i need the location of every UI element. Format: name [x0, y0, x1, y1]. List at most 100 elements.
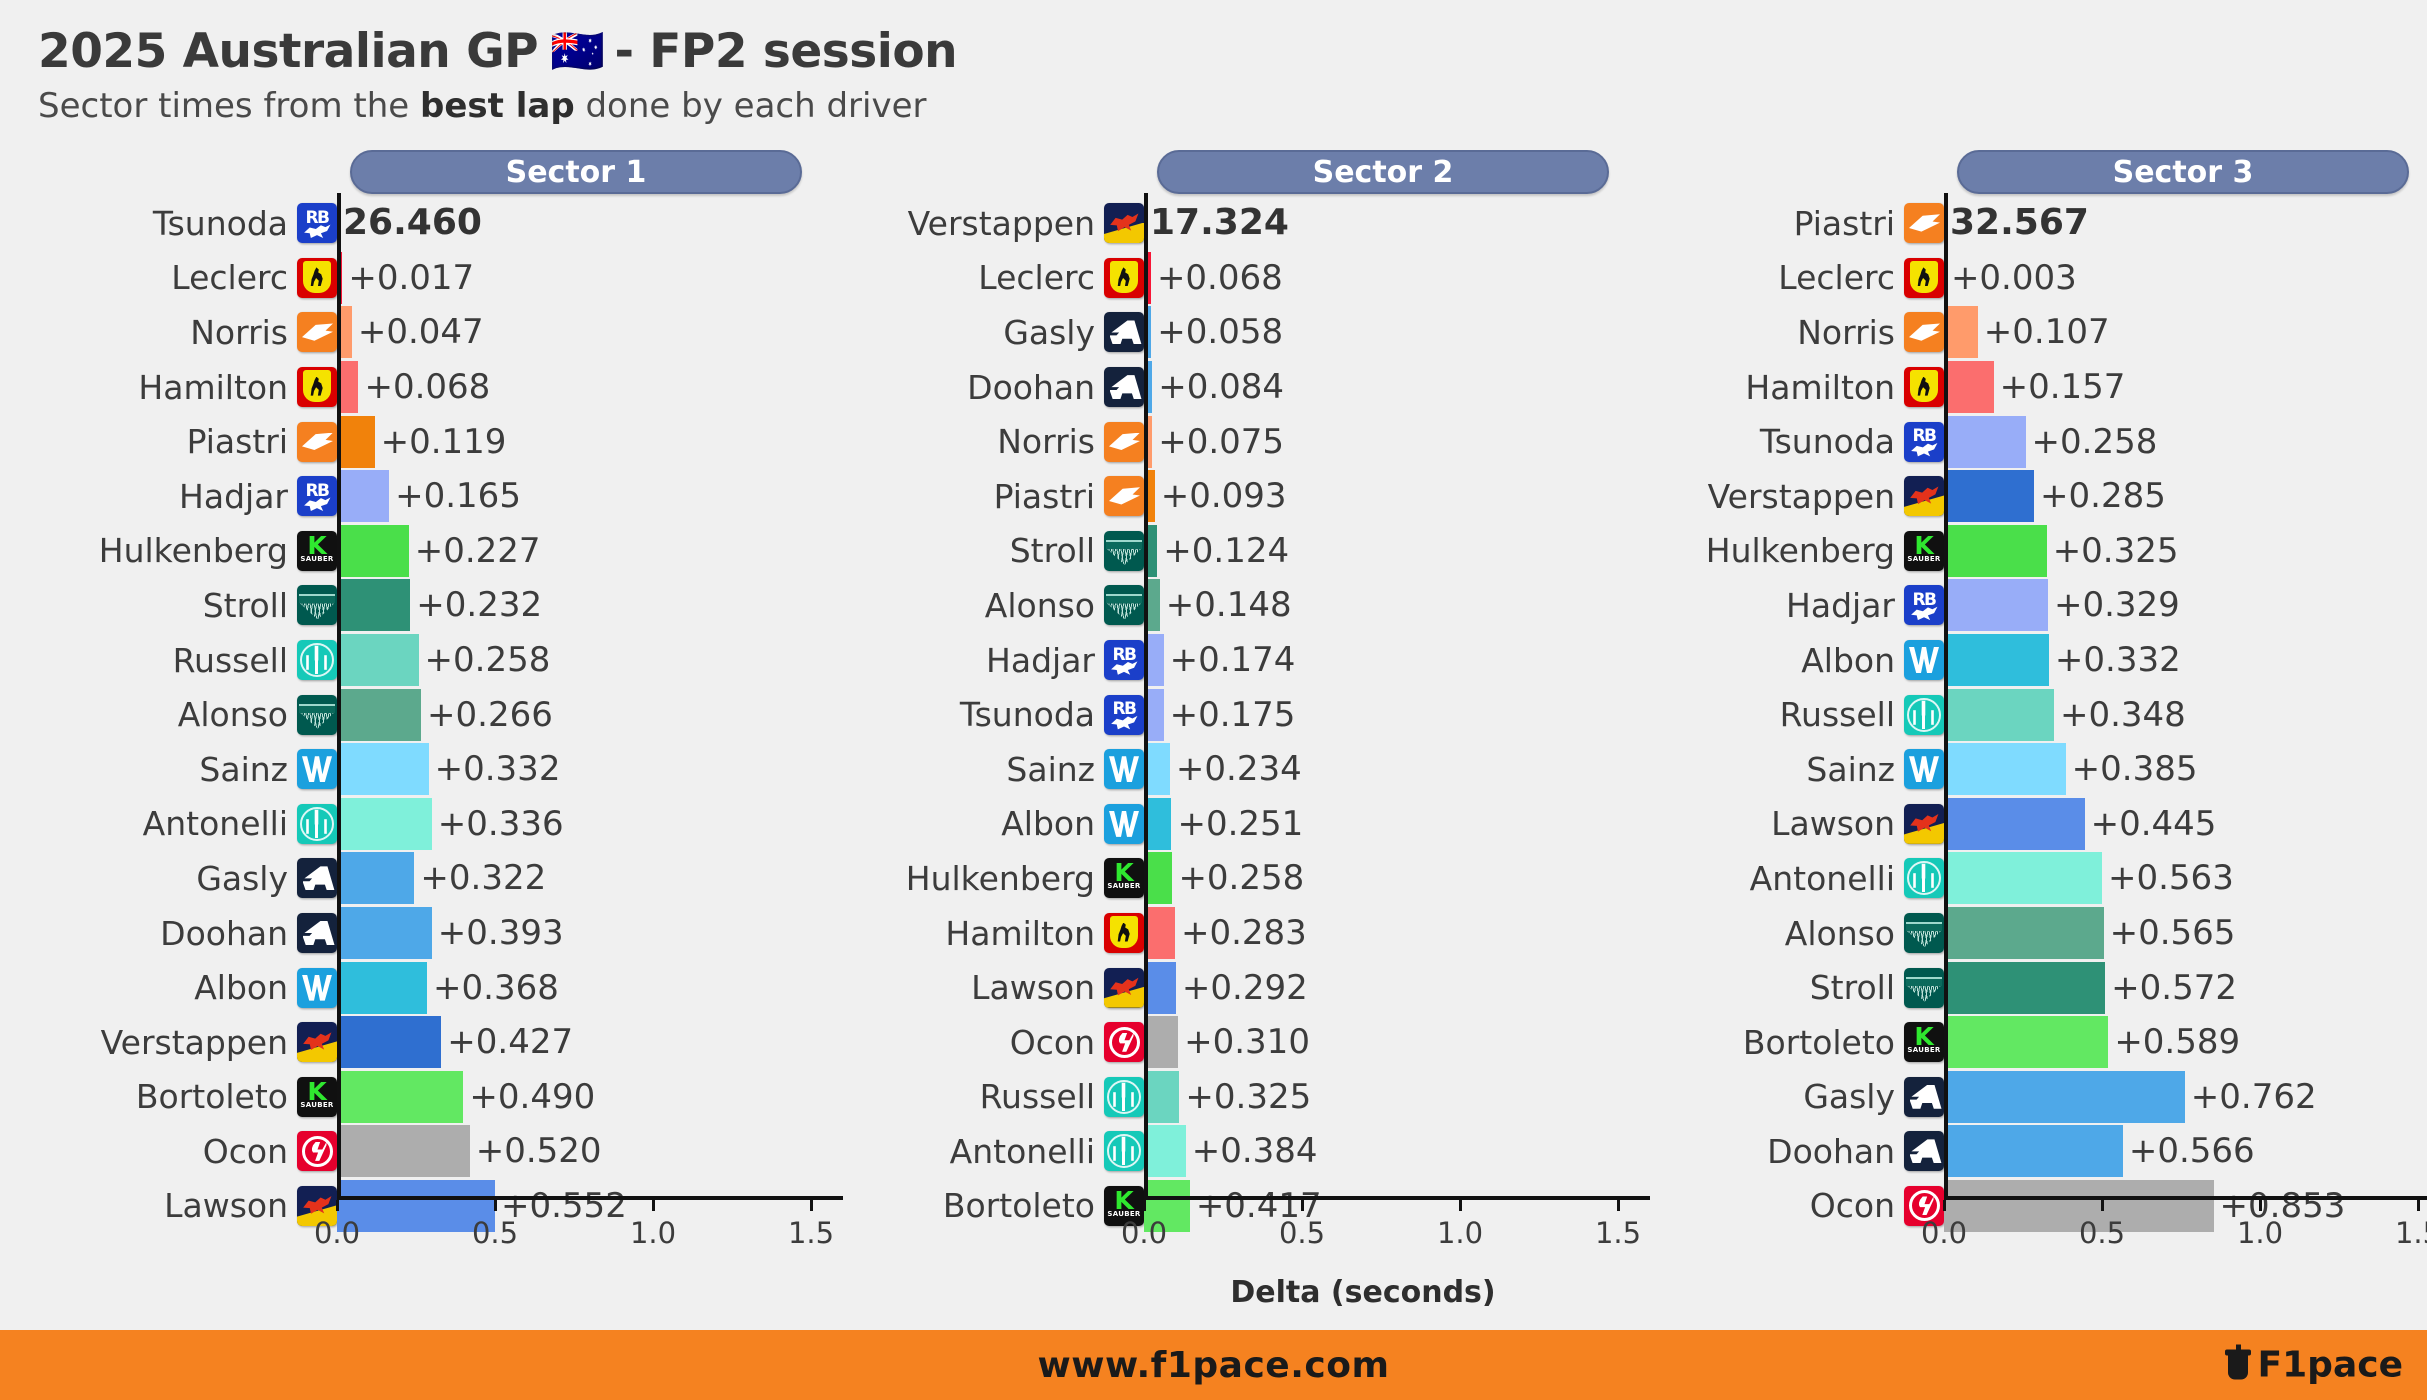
driver-row[interactable]: Ocon +0.310 [807, 1015, 1627, 1070]
driver-row[interactable]: Hadjar RB +0.174 [807, 633, 1627, 688]
delta-bar[interactable] [1144, 852, 1173, 905]
delta-bar[interactable] [1944, 743, 2066, 796]
delta-bar[interactable] [337, 524, 409, 577]
driver-row[interactable]: Leclerc +0.003 [1607, 251, 2427, 306]
delta-bar[interactable] [337, 1070, 464, 1123]
driver-row[interactable]: Sainz +0.234 [807, 742, 1627, 797]
delta-bar[interactable] [1944, 579, 2048, 632]
footer-url[interactable]: www.f1pace.com [1038, 1345, 1390, 1386]
delta-bar[interactable] [337, 907, 432, 960]
delta-bar[interactable] [1944, 961, 2106, 1014]
delta-bar[interactable] [1144, 797, 1172, 850]
driver-row[interactable]: Albon +0.332 [1607, 633, 2427, 688]
driver-row[interactable]: Leclerc +0.017 [0, 251, 820, 306]
driver-row[interactable]: Doohan +0.566 [1607, 1124, 2427, 1179]
driver-row[interactable]: Sainz +0.385 [1607, 742, 2427, 797]
driver-row[interactable]: Albon +0.368 [0, 960, 820, 1015]
driver-row[interactable]: Tsunoda RB +0.258 [1607, 414, 2427, 469]
driver-row[interactable]: Bortoleto K SAUBER +0.589 [1607, 1015, 2427, 1070]
delta-bar[interactable] [1944, 306, 1978, 359]
driver-row[interactable]: Lawson +0.552 [0, 1179, 820, 1234]
driver-row[interactable]: Verstappen +0.285 [1607, 469, 2427, 524]
delta-bar[interactable] [1944, 907, 2104, 960]
driver-row[interactable]: Gasly +0.762 [1607, 1070, 2427, 1125]
driver-row[interactable]: Stroll +0.572 [1607, 960, 2427, 1015]
driver-row[interactable]: Lawson +0.292 [807, 960, 1627, 1015]
delta-bar[interactable] [337, 470, 390, 523]
delta-bar[interactable] [1944, 524, 2047, 577]
driver-row[interactable]: Doohan +0.393 [0, 906, 820, 961]
driver-row[interactable]: Norris +0.107 [1607, 305, 2427, 360]
driver-row[interactable]: Gasly +0.058 [807, 305, 1627, 360]
delta-bar[interactable] [1944, 1125, 2123, 1178]
delta-label: +0.107 [1983, 312, 2110, 353]
driver-row[interactable]: Russell +0.325 [807, 1070, 1627, 1125]
delta-bar[interactable] [1144, 1125, 1186, 1178]
delta-bar[interactable] [1944, 470, 2035, 523]
driver-row[interactable]: Alonso +0.565 [1607, 906, 2427, 961]
delta-bar[interactable] [337, 852, 415, 905]
delta-bar[interactable] [337, 1125, 470, 1178]
driver-row[interactable]: Antonelli +0.384 [807, 1124, 1627, 1179]
delta-bar[interactable] [1944, 1016, 2109, 1069]
driver-row[interactable]: Piastri 32.567 [1607, 196, 2427, 251]
driver-row[interactable]: Doohan +0.084 [807, 360, 1627, 415]
driver-row[interactable]: Hulkenberg K SAUBER +0.258 [807, 851, 1627, 906]
team-logo-racing-bulls: RB [297, 203, 337, 244]
driver-row[interactable]: Hadjar RB +0.329 [1607, 578, 2427, 633]
delta-bar[interactable] [1944, 361, 1994, 414]
driver-row[interactable]: Ocon +0.853 [1607, 1179, 2427, 1234]
delta-bar[interactable] [337, 797, 432, 850]
delta-bar[interactable] [337, 961, 428, 1014]
driver-row[interactable]: Hulkenberg K SAUBER +0.227 [0, 524, 820, 579]
driver-row[interactable]: Lawson +0.445 [1607, 797, 2427, 852]
delta-bar[interactable] [1944, 634, 2049, 687]
driver-row[interactable]: Russell +0.258 [0, 633, 820, 688]
driver-row[interactable]: Tsunoda RB 26.460 [0, 196, 820, 251]
driver-row[interactable]: Verstappen +0.427 [0, 1015, 820, 1070]
driver-row[interactable]: Stroll +0.124 [807, 524, 1627, 579]
driver-row[interactable]: Hamilton +0.283 [807, 906, 1627, 961]
delta-bar[interactable] [1944, 797, 2085, 850]
delta-bar[interactable] [337, 743, 429, 796]
delta-bar[interactable] [337, 634, 419, 687]
driver-row[interactable]: Stroll +0.232 [0, 578, 820, 633]
driver-row[interactable]: Norris +0.047 [0, 305, 820, 360]
driver-row[interactable]: Albon +0.251 [807, 797, 1627, 852]
driver-row[interactable]: Hamilton +0.157 [1607, 360, 2427, 415]
driver-row[interactable]: Piastri +0.119 [0, 414, 820, 469]
delta-bar[interactable] [1944, 688, 2054, 741]
driver-row[interactable]: Antonelli +0.563 [1607, 851, 2427, 906]
delta-bar[interactable] [337, 579, 411, 632]
driver-row[interactable]: Bortoleto K SAUBER +0.490 [0, 1070, 820, 1125]
delta-bar[interactable] [1944, 1070, 2185, 1123]
sector-header-1[interactable]: Sector 1 [350, 150, 802, 194]
driver-row[interactable]: Hamilton +0.068 [0, 360, 820, 415]
sector-header-3[interactable]: Sector 3 [1957, 150, 2409, 194]
delta-bar[interactable] [337, 688, 422, 741]
delta-bar[interactable] [1944, 852, 2102, 905]
delta-bar[interactable] [1144, 1070, 1180, 1123]
delta-bar[interactable] [337, 415, 375, 468]
delta-bar[interactable] [1944, 415, 2026, 468]
driver-row[interactable]: Alonso +0.266 [0, 687, 820, 742]
driver-row[interactable]: Russell +0.348 [1607, 687, 2427, 742]
driver-row[interactable]: Antonelli +0.336 [0, 797, 820, 852]
sector-header-2[interactable]: Sector 2 [1157, 150, 1609, 194]
driver-row[interactable]: Alonso +0.148 [807, 578, 1627, 633]
delta-bar[interactable] [337, 1016, 442, 1069]
driver-row[interactable]: Verstappen 17.324 [807, 196, 1627, 251]
driver-row[interactable]: Piastri +0.093 [807, 469, 1627, 524]
driver-row[interactable]: Hadjar RB +0.165 [0, 469, 820, 524]
delta-bar[interactable] [1144, 1016, 1179, 1069]
driver-row[interactable]: Norris +0.075 [807, 414, 1627, 469]
driver-row[interactable]: Sainz +0.332 [0, 742, 820, 797]
driver-row[interactable]: Leclerc +0.068 [807, 251, 1627, 306]
driver-row[interactable]: Gasly +0.322 [0, 851, 820, 906]
delta-bar[interactable] [1144, 907, 1175, 960]
driver-row[interactable]: Bortoleto K SAUBER +0.417 [807, 1179, 1627, 1234]
delta-bar[interactable] [1144, 961, 1176, 1014]
driver-row[interactable]: Ocon +0.520 [0, 1124, 820, 1179]
driver-row[interactable]: Hulkenberg K SAUBER +0.325 [1607, 524, 2427, 579]
driver-row[interactable]: Tsunoda RB +0.175 [807, 687, 1627, 742]
